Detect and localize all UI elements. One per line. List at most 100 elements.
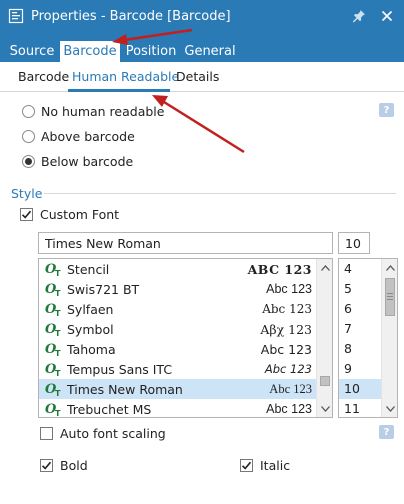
style-section-label: Style [11, 186, 43, 201]
close-button[interactable] [376, 5, 398, 27]
size-list-frame[interactable]: 11 10 9 8 7 6 5 4 [338, 258, 398, 418]
font-list[interactable]: O T Trebuchet MS Abc 123 O T Times New Roman Ab… [38, 258, 333, 418]
font-name: Swis721 BT [67, 281, 140, 297]
radio-below-barcode[interactable]: Below barcode [22, 154, 133, 169]
scroll-down-arrow[interactable] [317, 400, 332, 417]
italic-checkbox[interactable]: Italic [240, 458, 290, 473]
radio-above-barcode[interactable]: Above barcode [22, 129, 135, 144]
size-list-item[interactable]: 9 [339, 359, 382, 379]
font-name: Times New Roman [67, 381, 183, 397]
chevron-up-icon [385, 264, 395, 271]
font-list-item[interactable]: O T Stencil ABC 123 [39, 259, 316, 279]
font-list-scrollbar[interactable] [316, 259, 332, 417]
scroll-up-arrow[interactable] [317, 259, 332, 276]
font-size-input[interactable] [338, 232, 370, 254]
svg-text:T: T [55, 349, 61, 357]
sub-tab-strip: Barcode Human Readable Details [0, 62, 404, 92]
font-sample: Abc 123 [266, 402, 312, 416]
properties-window-icon [8, 8, 24, 24]
tab-position[interactable]: Position [124, 41, 178, 62]
active-subtab-indicator [68, 89, 170, 92]
radio-circle-selected [22, 155, 35, 168]
svg-text:T: T [55, 389, 61, 397]
size-list-item[interactable]: 11 [339, 399, 382, 417]
opentype-font-icon: OT [45, 302, 61, 317]
opentype-font-icon: OT [45, 342, 61, 357]
size-list-item[interactable]: 10 [339, 379, 382, 399]
font-list-item[interactable]: O T Times New Roman Abc 123 [39, 379, 316, 399]
checkbox-box [40, 459, 53, 472]
radio-label: Above barcode [41, 129, 135, 144]
font-list-item[interactable]: O T Tahoma Abc 123 [39, 339, 316, 359]
font-sample: Αβχ 123 [260, 321, 312, 337]
subtab-human-readable[interactable]: Human Readable [72, 69, 179, 84]
checkbox-label: Italic [260, 458, 291, 473]
chevron-down-icon [320, 405, 330, 412]
font-name-input[interactable] [38, 232, 333, 254]
auto-font-scaling-checkbox[interactable]: Auto font scaling [40, 426, 166, 441]
tab-barcode[interactable]: Barcode [60, 41, 120, 62]
size-list-item[interactable]: 8 [339, 339, 382, 359]
help-icon[interactable]: ? [379, 103, 394, 117]
chevron-up-icon [320, 264, 330, 271]
font-sample: Abc 123 [264, 362, 312, 376]
pin-icon [353, 10, 365, 23]
checkbox-box [20, 208, 33, 221]
radio-label: No human readable [41, 104, 165, 119]
svg-text:T: T [55, 309, 61, 317]
font-list-item[interactable]: O T Tempus Sans ITC Abc 123 [39, 359, 316, 379]
font-list-item[interactable]: O T Sylfaen Abc 123 [39, 299, 316, 319]
tab-source[interactable]: Source [8, 41, 56, 62]
font-sample: Abc 123 [260, 341, 312, 357]
size-list-item[interactable]: 5 [339, 279, 382, 299]
subtab-details[interactable]: Details [176, 69, 219, 84]
window-title: Properties - Barcode [Barcode] [31, 8, 231, 24]
font-name: Sylfaen [67, 301, 114, 317]
checkmark-icon [41, 461, 52, 470]
title-bar: Properties - Barcode [Barcode] [0, 0, 404, 32]
annotation-arrow-human-readable-tab [152, 95, 245, 154]
font-sample: Abc 123 [269, 381, 312, 396]
size-list-item[interactable]: 4 [339, 259, 382, 279]
svg-text:T: T [55, 409, 61, 417]
scroll-up-arrow[interactable] [382, 259, 397, 276]
checkbox-label: Bold [60, 458, 88, 473]
scroll-thumb[interactable] [385, 278, 395, 316]
radio-circle [22, 130, 35, 143]
main-tab-strip: Source Barcode Position General [0, 32, 404, 62]
checkbox-label: Auto font scaling [60, 426, 166, 441]
opentype-font-icon: OT [45, 362, 61, 377]
radio-label: Below barcode [41, 154, 134, 169]
size-list-item[interactable]: 6 [339, 299, 382, 319]
checkbox-label: Custom Font [40, 207, 120, 222]
subtab-barcode[interactable]: Barcode [18, 69, 69, 84]
font-name: Tahoma [67, 341, 116, 357]
radio-no-human-readable[interactable]: No human readable [22, 104, 164, 119]
checkbox-box [40, 427, 53, 440]
svg-text:T: T [55, 329, 61, 337]
font-name: Stencil [67, 261, 110, 277]
pin-button[interactable] [348, 5, 370, 27]
checkmark-icon [241, 461, 252, 470]
scroll-down-arrow[interactable] [382, 400, 397, 417]
font-name: Trebuchet MS [67, 401, 152, 417]
custom-font-checkbox[interactable]: Custom Font [20, 207, 119, 222]
font-list-item[interactable]: O T Symbol Αβχ 123 [39, 319, 316, 339]
tab-general[interactable]: General [184, 41, 236, 62]
svg-text:T: T [55, 369, 61, 377]
scroll-thumb[interactable] [320, 376, 330, 386]
opentype-font-icon: OT [45, 282, 61, 297]
font-name: Tempus Sans ITC [67, 361, 173, 377]
size-list-scrollbar[interactable] [381, 259, 397, 417]
font-sample: Abc 123 [266, 282, 312, 296]
chevron-down-icon [385, 405, 395, 412]
size-list-item[interactable]: 7 [339, 319, 382, 339]
bold-checkbox[interactable]: Bold [40, 458, 88, 473]
opentype-font-icon: OT [45, 382, 61, 397]
help-icon[interactable]: ? [379, 425, 394, 439]
font-list-item[interactable]: O T Trebuchet MS Abc 123 [39, 399, 316, 418]
close-icon [381, 10, 393, 22]
checkbox-box [240, 459, 253, 472]
font-sample: Abc 123 [262, 302, 312, 316]
font-list-item[interactable]: O T Swis721 BT Abc 123 [39, 279, 316, 299]
